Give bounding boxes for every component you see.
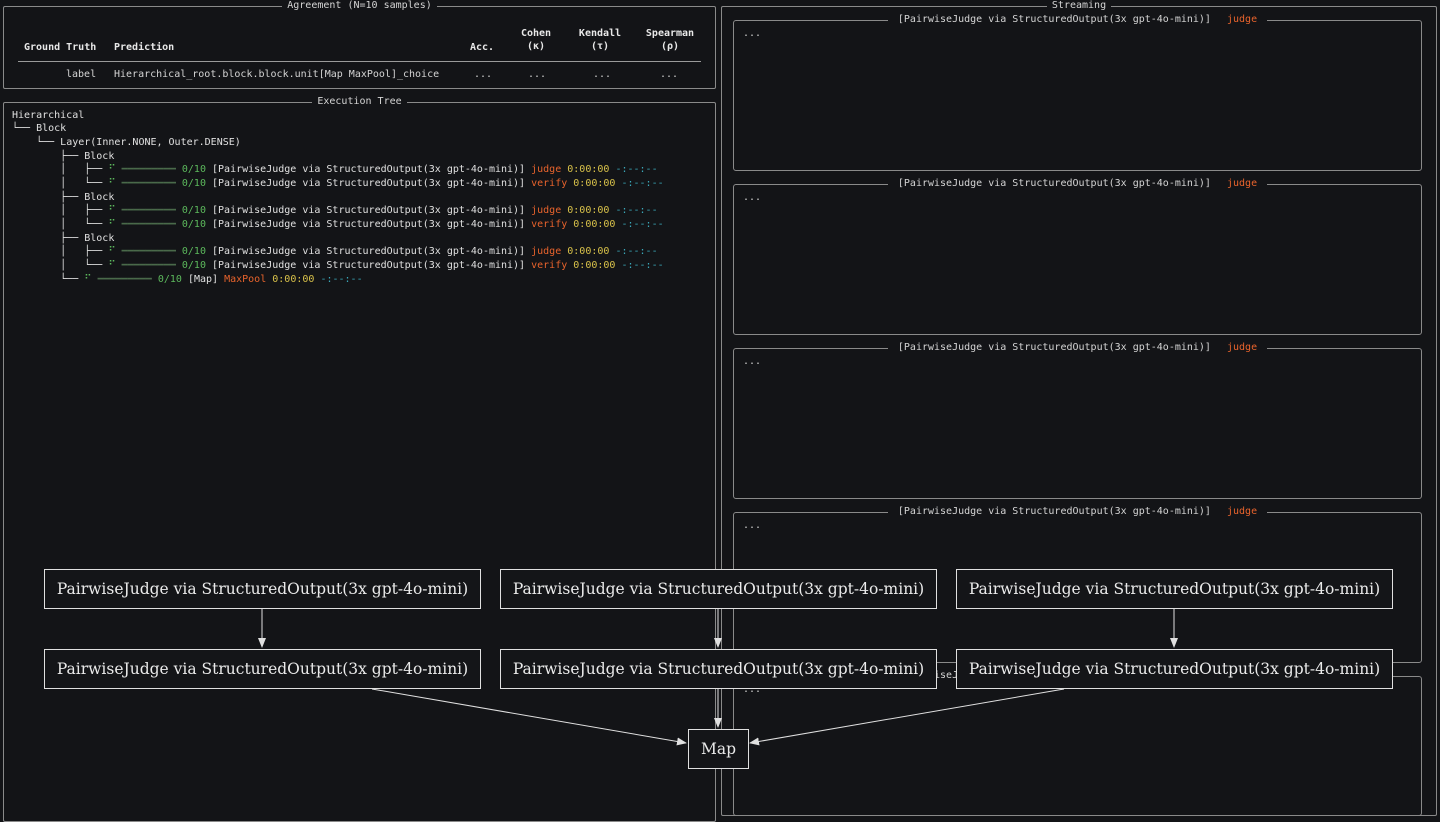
diagram-node-pairwise-judge: PairwiseJudge via StructuredOutput(3x gp… xyxy=(956,569,1393,609)
diagram-node-pairwise-judge: PairwiseJudge via StructuredOutput(3x gp… xyxy=(956,649,1393,689)
diagram-node-pairwise-judge: PairwiseJudge via StructuredOutput(3x gp… xyxy=(500,569,937,609)
diagram-node-map: Map xyxy=(688,729,749,769)
diagram-node-pairwise-judge: PairwiseJudge via StructuredOutput(3x gp… xyxy=(44,569,481,609)
edge xyxy=(371,688,687,746)
edge xyxy=(749,688,1065,746)
diagram-node-pairwise-judge: PairwiseJudge via StructuredOutput(3x gp… xyxy=(44,649,481,689)
diagram-node-pairwise-judge: PairwiseJudge via StructuredOutput(3x gp… xyxy=(500,649,937,689)
